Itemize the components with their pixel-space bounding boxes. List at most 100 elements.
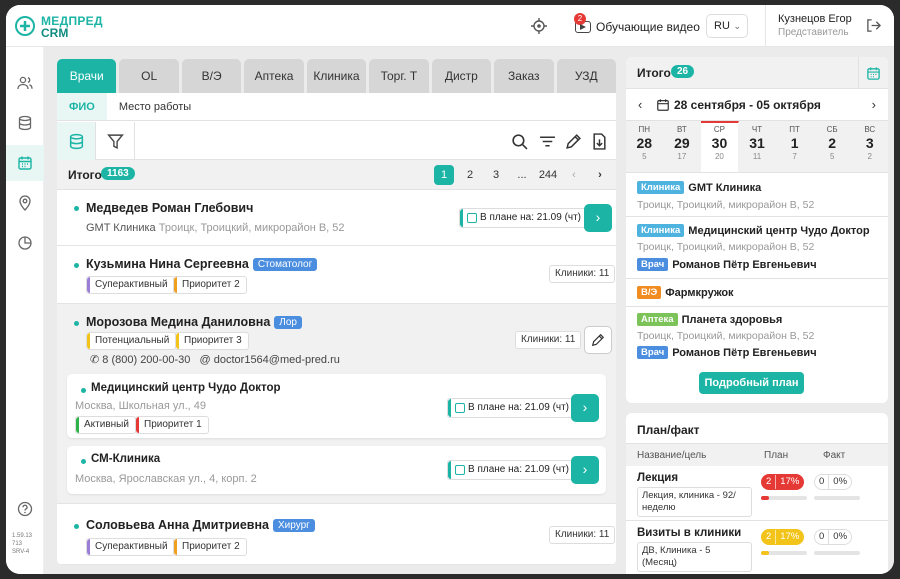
doctor-name: Морозова Медина Даниловна Лор bbox=[86, 315, 302, 329]
clinics-count[interactable]: Клиники: 11 bbox=[515, 331, 582, 349]
day-cell[interactable]: ЧТ 31 11 bbox=[738, 121, 777, 172]
database-icon bbox=[18, 115, 32, 131]
list-item[interactable]: Морозова Медина Даниловна Лор Потенциальн… bbox=[57, 304, 616, 504]
location-target-icon[interactable] bbox=[531, 18, 547, 34]
subtab-fio[interactable]: ФИО bbox=[57, 93, 107, 120]
page-3[interactable]: 3 bbox=[486, 165, 506, 185]
doctor-workplace: GMT Клиника Троицк, Троицкий, микрорайон… bbox=[86, 222, 345, 234]
page-2[interactable]: 2 bbox=[460, 165, 480, 185]
tab-uzd[interactable]: УЗД bbox=[556, 59, 616, 93]
plan-fact-row[interactable]: Визиты в клиники ДВ, Клиника - 5 (Месяц)… bbox=[626, 521, 888, 574]
training-video-button[interactable]: 2 Обучающие видео bbox=[574, 13, 700, 37]
schedule-event[interactable]: Клиника Медицинский центр Чудо Доктор Тро… bbox=[626, 217, 888, 279]
clinics-count[interactable]: Клиники: 11 bbox=[549, 526, 616, 544]
workplace-card[interactable]: СМ-Клиника Москва, Ярославская ул., 4, к… bbox=[67, 446, 606, 494]
total-count-badge: 1163 bbox=[101, 167, 135, 180]
day-count: 7 bbox=[792, 152, 797, 161]
day-cell[interactable]: ВТ 29 17 bbox=[663, 121, 702, 172]
help-button[interactable] bbox=[6, 491, 44, 527]
day-cell[interactable]: СБ 2 5 bbox=[813, 121, 852, 172]
activity-chip: Суперактивный bbox=[86, 538, 175, 556]
workplace-card[interactable]: Медицинский центр Чудо Доктор Москва, Шк… bbox=[67, 374, 606, 438]
day-name: ПТ bbox=[789, 125, 800, 134]
open-doctor-button[interactable]: › bbox=[584, 204, 612, 232]
list-item[interactable]: Кузьмина Нина Сергеевна Стоматолог Супера… bbox=[57, 246, 616, 304]
next-page-icon[interactable]: › bbox=[590, 165, 610, 185]
day-count: 17 bbox=[677, 152, 687, 161]
sort-button[interactable] bbox=[534, 122, 560, 160]
sidebar-item-database[interactable] bbox=[6, 105, 44, 141]
user-profile[interactable]: Кузнецов Егор Представитель bbox=[765, 5, 865, 47]
database-view-button[interactable] bbox=[57, 122, 95, 160]
tab-distributor[interactable]: Дистр bbox=[431, 59, 492, 93]
schedule-event[interactable]: В/Э Фармкружок bbox=[626, 279, 888, 307]
email-address[interactable]: doctor1564@med-pred.ru bbox=[214, 354, 340, 366]
tab-doctors[interactable]: Врачи bbox=[57, 59, 117, 93]
day-cell-selected[interactable]: СР 30 20 bbox=[701, 121, 739, 172]
status-dot bbox=[81, 459, 86, 464]
plan-fact-row[interactable]: Лекция Лекция, клиника - 92/неделю 2 17% … bbox=[626, 466, 888, 521]
tab-ol[interactable]: OL bbox=[119, 59, 179, 93]
edit-button[interactable] bbox=[560, 122, 586, 160]
fact-percent: 0% bbox=[833, 476, 848, 487]
logout-icon[interactable] bbox=[866, 18, 881, 33]
language-select[interactable]: RU ⌄ bbox=[706, 14, 748, 38]
event-type-tag: Врач bbox=[637, 346, 669, 359]
pagination: 1 2 3 ... 244 ‹ › bbox=[434, 165, 610, 185]
schedule-header: Итого 26 bbox=[626, 57, 888, 89]
main-area: Врачи OL В/Э Аптека Клиника Торг. Т Дист… bbox=[44, 47, 894, 574]
detailed-plan-button[interactable]: Подробный план bbox=[699, 372, 804, 394]
sidebar-item-calendar[interactable] bbox=[6, 145, 44, 181]
schedule-count-badge: 26 bbox=[671, 65, 695, 78]
day-count: 5 bbox=[829, 152, 835, 161]
event-type-tag: Клиника bbox=[637, 181, 685, 194]
day-cell[interactable]: ПТ 1 7 bbox=[776, 121, 814, 172]
plan-pill: 2 17% bbox=[761, 474, 805, 490]
tab-ve[interactable]: В/Э bbox=[181, 59, 242, 93]
calendar-icon bbox=[455, 465, 465, 475]
clinics-count[interactable]: Клиники: 11 bbox=[549, 265, 616, 283]
open-workplace-button[interactable]: › bbox=[571, 456, 599, 484]
event-type-tag: Клиника bbox=[637, 224, 685, 237]
doctor-name-text: Соловьева Анна Дмитриевна bbox=[86, 518, 269, 532]
tab-clinic[interactable]: Клиника bbox=[306, 59, 367, 93]
schedule-event[interactable]: Аптека Планета здоровья Троицк, Троицкий,… bbox=[626, 307, 888, 363]
sidebar-item-doctors[interactable] bbox=[6, 65, 44, 101]
sidebar-item-reports[interactable] bbox=[6, 225, 44, 261]
tab-trade-point[interactable]: Торг. Т bbox=[369, 59, 429, 93]
tab-order[interactable]: Заказ bbox=[494, 59, 554, 93]
event-title: Клиника GMT Клиника bbox=[637, 181, 761, 194]
video-badge: 2 bbox=[574, 13, 586, 25]
edit-doctor-button[interactable] bbox=[584, 326, 612, 354]
filter-button[interactable] bbox=[95, 122, 135, 160]
day-cell[interactable]: ПН 28 5 bbox=[626, 121, 664, 172]
export-button[interactable] bbox=[586, 122, 612, 160]
phone-number[interactable]: 8 (800) 200-00-30 bbox=[102, 354, 190, 366]
user-role: Представитель bbox=[778, 27, 849, 38]
video-label: Обучающие видео bbox=[596, 20, 700, 34]
day-cell[interactable]: ВС 3 2 bbox=[851, 121, 888, 172]
sub-tabs: ФИО Место работы bbox=[57, 93, 616, 121]
list-item[interactable]: Медведев Роман Глебович GMT Клиника Трои… bbox=[57, 190, 616, 246]
version-line: SRV-4 bbox=[12, 549, 30, 555]
subtab-workplace[interactable]: Место работы bbox=[107, 93, 203, 120]
list-item[interactable]: Соловьева Анна Дмитриевна Хирург Суперакт… bbox=[57, 504, 616, 565]
status-dot bbox=[74, 524, 79, 529]
search-button[interactable] bbox=[506, 122, 532, 160]
page-last[interactable]: 244 bbox=[538, 165, 558, 185]
open-workplace-button[interactable]: › bbox=[571, 394, 599, 422]
activity-chip: Активный bbox=[75, 416, 136, 434]
open-calendar-button[interactable] bbox=[858, 57, 888, 89]
schedule-event[interactable]: Клиника GMT Клиника Троицк, Троицкий, мик… bbox=[626, 173, 888, 217]
logo[interactable]: МЕДПРЕД CRM bbox=[14, 13, 114, 41]
workplace-address: Москва, Школьная ул., 49 bbox=[75, 400, 206, 412]
tab-pharmacy[interactable]: Аптека bbox=[244, 59, 304, 93]
prev-week-icon[interactable]: ‹ bbox=[638, 97, 642, 112]
prev-page-icon[interactable]: ‹ bbox=[564, 165, 584, 185]
sidebar-item-map[interactable] bbox=[6, 185, 44, 221]
day-count: 5 bbox=[642, 152, 647, 161]
video-icon: 2 bbox=[574, 13, 591, 33]
doctor-name: Соловьева Анна Дмитриевна Хирург bbox=[86, 518, 315, 532]
next-week-icon[interactable]: › bbox=[872, 97, 876, 112]
page-1[interactable]: 1 bbox=[434, 165, 454, 185]
